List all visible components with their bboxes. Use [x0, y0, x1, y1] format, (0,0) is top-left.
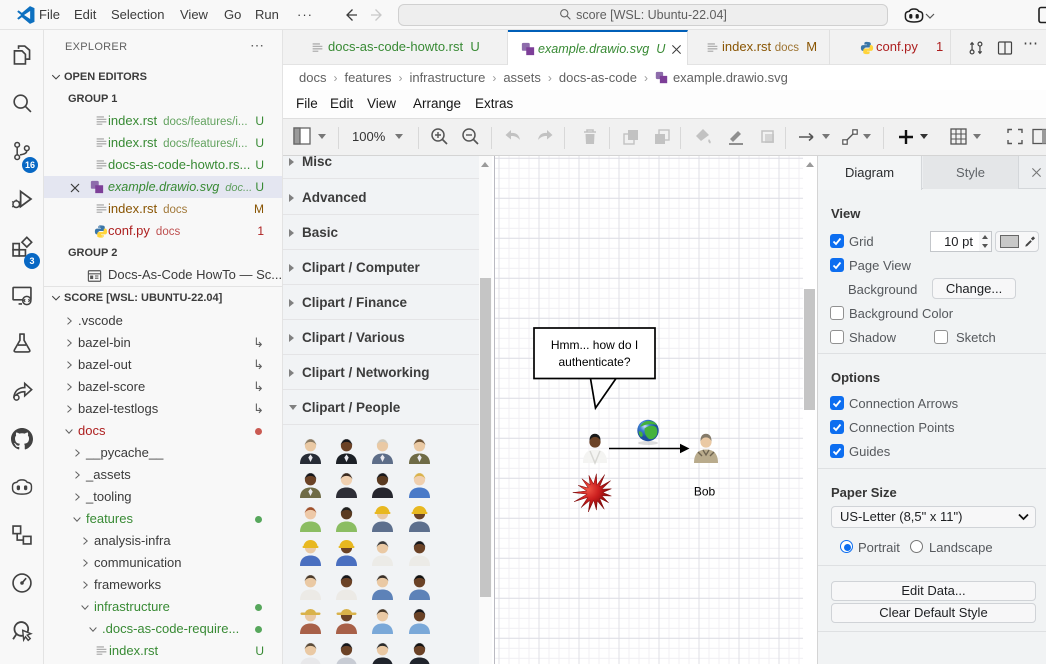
- svg-text:authenticate?: authenticate?: [558, 355, 630, 369]
- svg-text:Bob: Bob: [694, 485, 716, 499]
- svg-text:Hmm... how do I: Hmm... how do I: [551, 338, 638, 352]
